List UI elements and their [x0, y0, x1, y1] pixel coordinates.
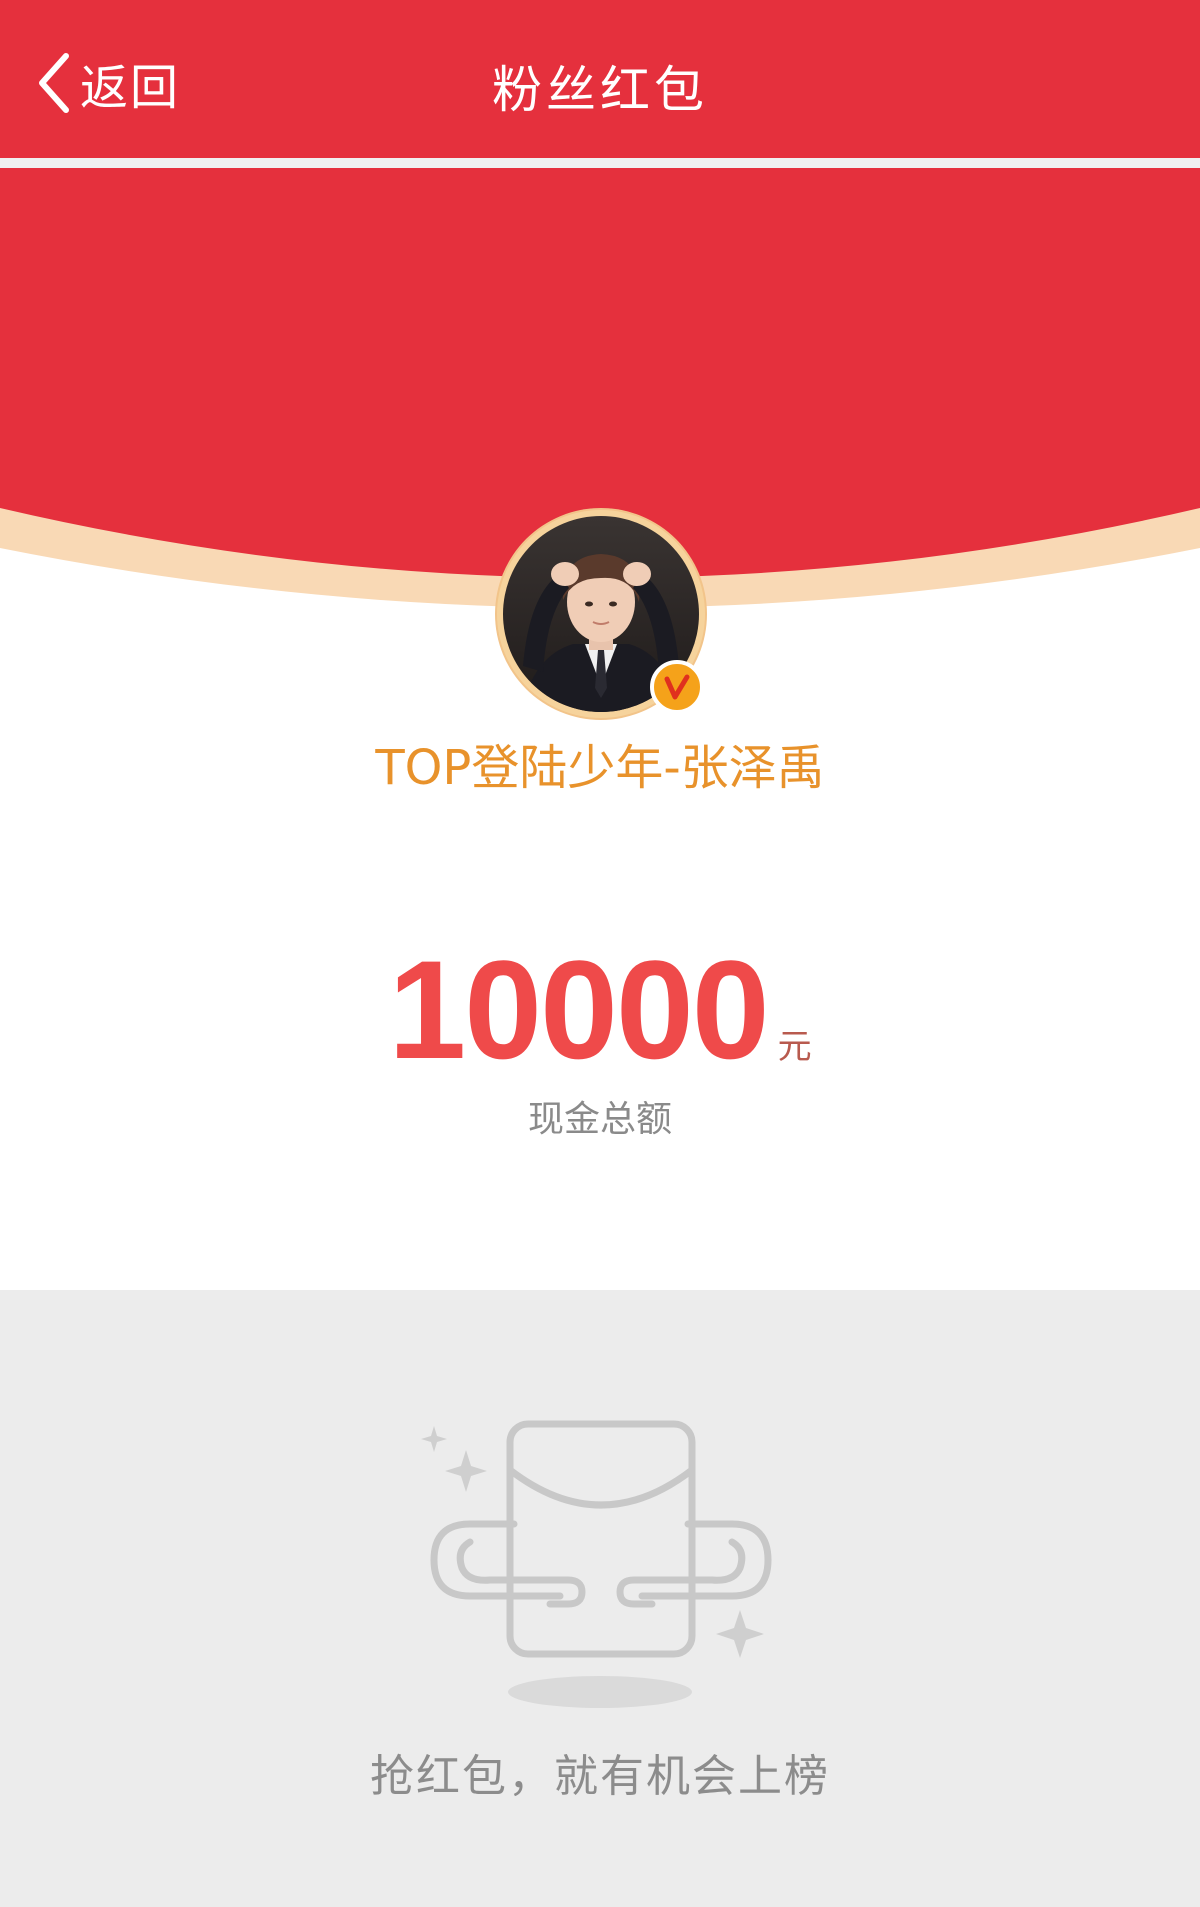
profile-name: TOP登陆少年-张泽禹	[375, 740, 825, 796]
empty-red-packet-icon	[410, 1400, 790, 1724]
amount-row: 10000 元	[0, 940, 1200, 1080]
page-title: 粉丝红包	[492, 61, 708, 119]
amount-value: 10000	[388, 931, 769, 1088]
vip-badge-icon	[650, 660, 704, 714]
amount-unit: 元	[777, 1027, 812, 1067]
top-nav-bar: 返回 粉丝红包	[0, 0, 1200, 158]
empty-state-message: 抢红包，就有机会上榜	[370, 1751, 830, 1802]
amount-caption: 现金总额	[527, 1099, 672, 1140]
nav-divider	[0, 158, 1200, 168]
